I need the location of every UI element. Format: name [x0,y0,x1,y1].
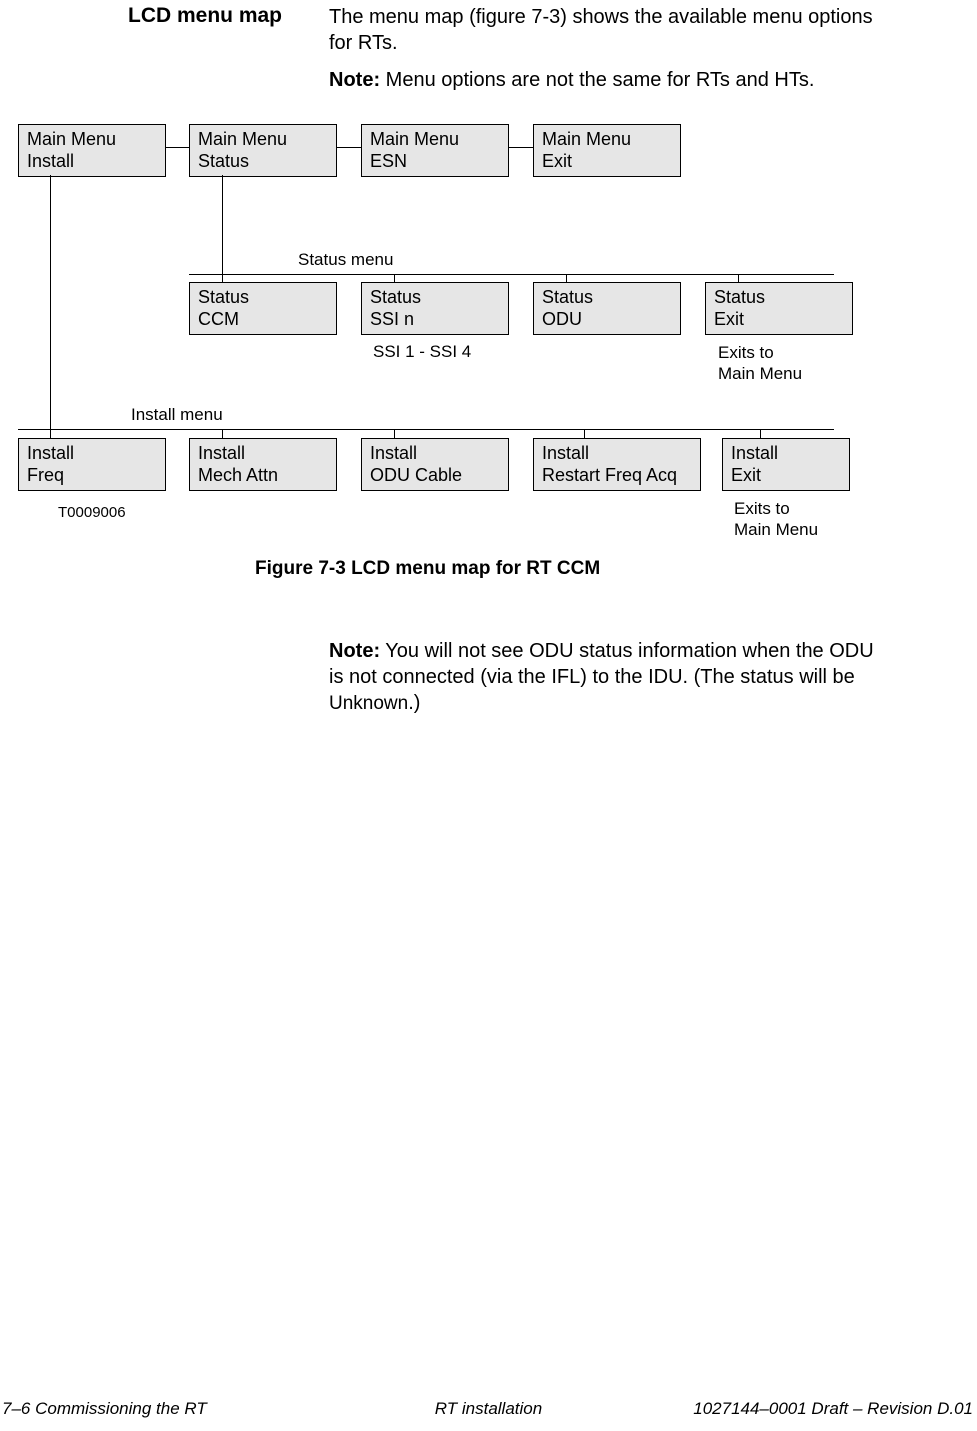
menu-line2: SSI n [370,309,414,329]
menu-line1: Status [370,287,421,307]
menu-box-install-exit: Install Exit [722,438,850,491]
connector-line [50,175,51,462]
note-2-unknown: Unknown [329,693,408,714]
menu-line2: Freq [27,465,64,485]
install-menu-label: Install menu [131,405,223,425]
menu-line2: CCM [198,309,239,329]
menu-line1: Install [370,443,417,463]
intro-paragraph: The menu map (figure 7-3) shows the avai… [329,4,889,56]
menu-line1: Install [198,443,245,463]
note-1: Note: Menu options are not the same for … [329,67,889,93]
menu-line2: ODU [542,309,582,329]
note-1-text: Menu options are not the same for RTs an… [380,69,814,91]
menu-box-status-ssi: Status SSI n [361,282,509,335]
menu-line1: Install [27,443,74,463]
note-2-label: Note: [329,640,380,662]
menu-box-install-freq: Install Freq [18,438,166,491]
menu-box-status-ccm: Status CCM [189,282,337,335]
figure-caption: Figure 7-3 LCD menu map for RT CCM [255,558,600,580]
section-title: LCD menu map [128,4,282,28]
status-menu-label: Status menu [298,250,393,270]
menu-line1: Main Menu [198,129,287,149]
menu-box-main-exit: Main Menu Exit [533,124,681,177]
connector-line [18,429,834,430]
menu-line2: Mech Attn [198,465,278,485]
menu-box-main-status: Main Menu Status [189,124,337,177]
note-2-text1: You will not see ODU status information … [329,640,874,688]
note-2: Note: You will not see ODU status inform… [329,638,889,717]
menu-line2: Exit [714,309,744,329]
menu-line1: Status [198,287,249,307]
footer-right: 1027144–0001 Draft – Revision D.01 [693,1399,973,1419]
menu-line1: Status [542,287,593,307]
menu-line1: Main Menu [27,129,116,149]
menu-line1: Main Menu [542,129,631,149]
menu-line1: Install [731,443,778,463]
menu-line1: Install [542,443,589,463]
menu-line2: ODU Cable [370,465,462,485]
status-exit-note: Exits to Main Menu [718,342,802,385]
figure-id: T0009006 [58,504,126,521]
menu-box-install-oducable: Install ODU Cable [361,438,509,491]
menu-line1: Status [714,287,765,307]
menu-box-install-restart: Install Restart Freq Acq [533,438,701,491]
note-2-text2: .) [408,692,420,714]
install-exit-note: Exits to Main Menu [734,498,818,541]
menu-line2: Status [198,151,249,171]
menu-box-install-mechattn: Install Mech Attn [189,438,337,491]
menu-line1: Main Menu [370,129,459,149]
menu-box-status-odu: Status ODU [533,282,681,335]
menu-line2: ESN [370,151,407,171]
menu-line2: Exit [542,151,572,171]
menu-box-main-esn: Main Menu ESN [361,124,509,177]
menu-box-status-exit: Status Exit [705,282,853,335]
menu-line2: Exit [731,465,761,485]
menu-box-main-install: Main Menu Install [18,124,166,177]
note-1-label: Note: [329,69,380,91]
menu-line2: Install [27,151,74,171]
ssi-range-note: SSI 1 - SSI 4 [373,342,471,362]
menu-line2: Restart Freq Acq [542,465,677,485]
